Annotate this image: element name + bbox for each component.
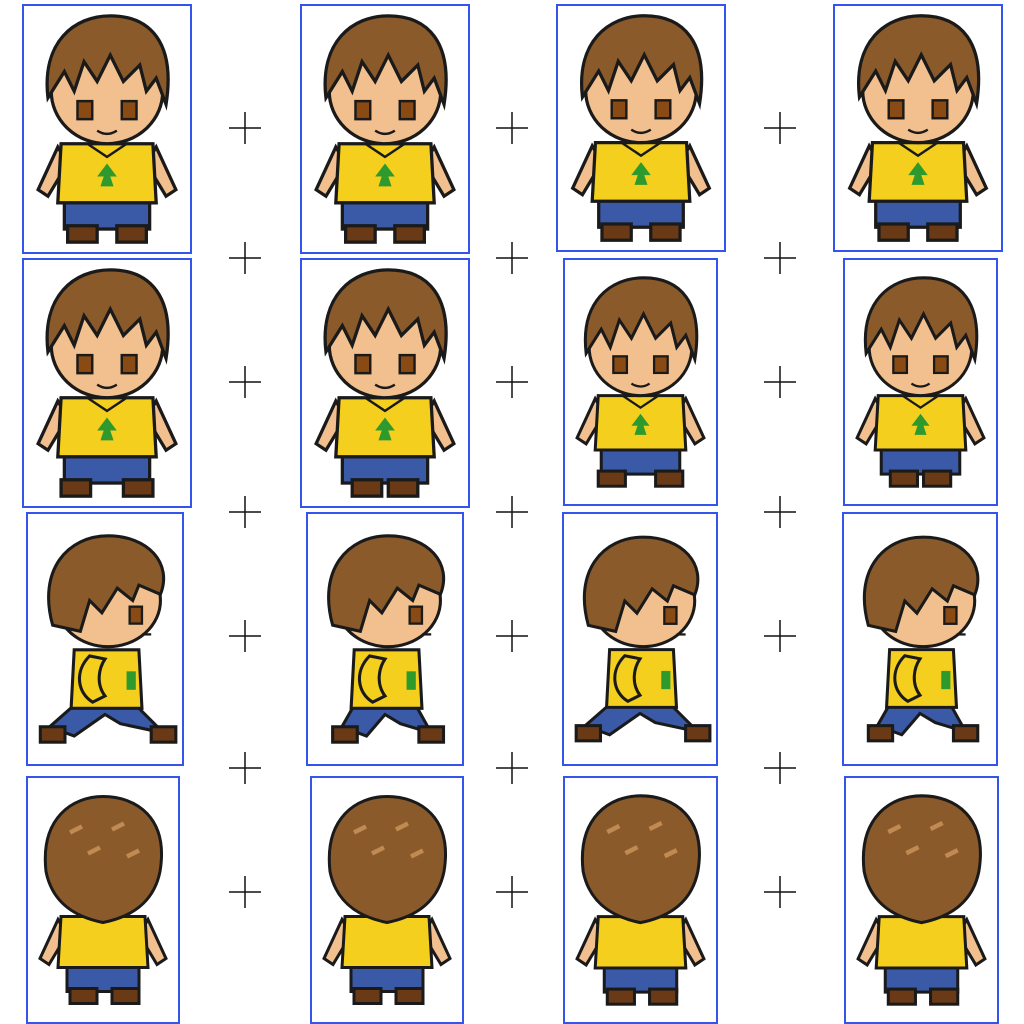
registration-mark-icon	[492, 492, 532, 532]
character-sprite-back	[38, 794, 168, 1005]
sprite-frame-side-4	[842, 512, 998, 766]
registration-mark-icon	[760, 362, 800, 402]
sprite-frame-front-4	[833, 4, 1003, 252]
character-sprite-front-walk	[36, 268, 178, 498]
character-sprite-front	[847, 14, 989, 242]
character-sprite-front-walk	[314, 268, 456, 498]
character-sprite-side	[327, 534, 446, 744]
sprite-frame-back-4	[844, 776, 999, 1024]
sprite-sheet	[0, 0, 1024, 1024]
registration-mark-icon	[492, 748, 532, 788]
registration-mark-icon	[225, 616, 265, 656]
character-sprite-back	[575, 794, 706, 1006]
character-sprite-front	[36, 14, 178, 244]
sprite-frame-front-walk-4	[843, 258, 998, 506]
registration-mark-icon	[225, 872, 265, 912]
registration-mark-icon	[225, 108, 265, 148]
registration-mark-icon	[225, 362, 265, 402]
sprite-frame-side-3	[562, 512, 718, 766]
sprite-frame-front-1	[22, 4, 192, 254]
character-sprite-side	[574, 535, 712, 743]
registration-mark-icon	[760, 616, 800, 656]
sprite-frame-front-3	[556, 4, 726, 252]
registration-mark-icon	[760, 108, 800, 148]
sprite-frame-front-2	[300, 4, 470, 254]
registration-mark-icon	[225, 492, 265, 532]
character-sprite-front	[570, 14, 712, 242]
sprite-frame-side-2	[306, 512, 464, 766]
registration-mark-icon	[760, 238, 800, 278]
registration-mark-icon	[760, 748, 800, 788]
sprite-frame-back-1	[26, 776, 180, 1024]
sprite-frame-front-walk-3	[563, 258, 718, 506]
character-sprite-back	[856, 794, 987, 1006]
sprite-frame-back-3	[563, 776, 718, 1024]
sprite-frame-side-1	[26, 512, 184, 766]
registration-mark-icon	[492, 616, 532, 656]
registration-mark-icon	[225, 238, 265, 278]
registration-mark-icon	[225, 748, 265, 788]
registration-mark-icon	[760, 872, 800, 912]
character-sprite-back	[322, 794, 452, 1005]
registration-mark-icon	[760, 492, 800, 532]
character-sprite-side	[38, 534, 178, 744]
registration-mark-icon	[492, 362, 532, 402]
registration-mark-icon	[492, 108, 532, 148]
character-sprite-front	[314, 14, 456, 244]
sprite-frame-back-2	[310, 776, 464, 1024]
character-sprite-front-walk	[575, 276, 706, 488]
sprite-frame-front-walk-1	[22, 258, 192, 508]
registration-mark-icon	[492, 872, 532, 912]
character-sprite-front-walk	[855, 276, 986, 488]
sprite-frame-front-walk-2	[300, 258, 470, 508]
registration-mark-icon	[492, 238, 532, 278]
character-sprite-side	[862, 535, 980, 743]
